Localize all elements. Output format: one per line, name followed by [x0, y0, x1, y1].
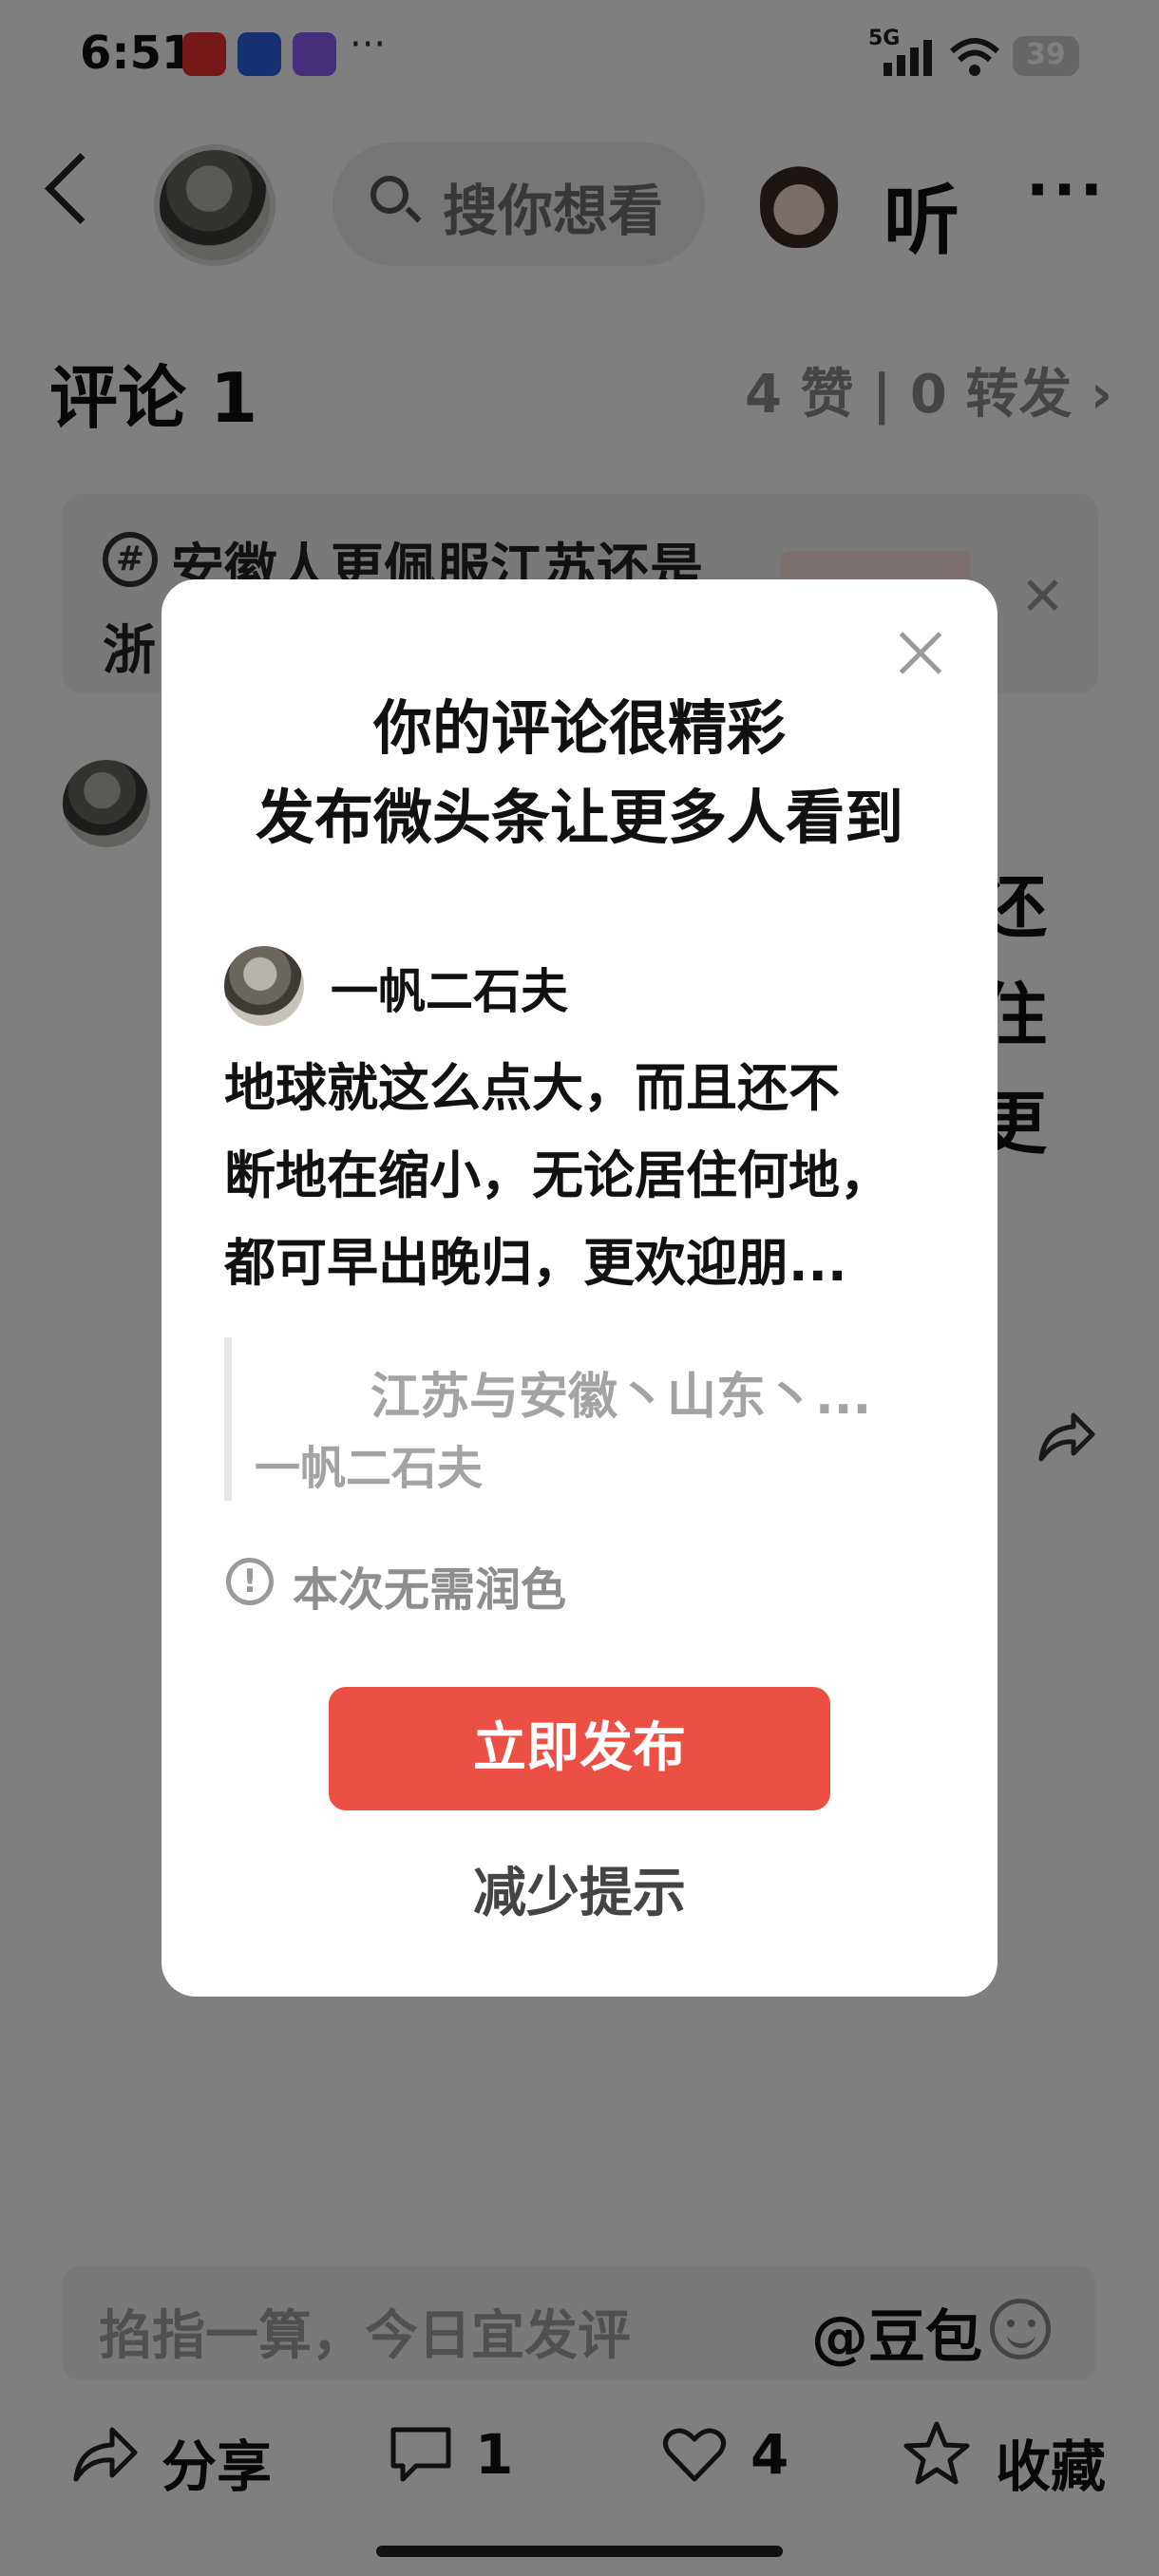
reduce-prompts-button[interactable]: 减少提示: [162, 1850, 998, 1927]
dialog-title-line2: 发布微头条让更多人看到: [255, 783, 903, 852]
dialog-title-line1: 你的评论很精彩: [372, 693, 786, 763]
dialog-user-avatar: [224, 946, 304, 1026]
publish-button[interactable]: 立即发布: [329, 1687, 830, 1810]
dialog-username: 一帆二石夫: [331, 964, 568, 1019]
dialog-close-icon[interactable]: [897, 631, 942, 676]
quote-title: 江苏与安徽丶山东丶...: [370, 1369, 872, 1426]
info-icon: !: [226, 1558, 274, 1605]
dialog-body-line1: 地球就这么点大，而且还不: [224, 1058, 840, 1118]
quote-divider: [224, 1337, 232, 1501]
quote-author: 一帆二石夫: [255, 1442, 484, 1495]
dialog-body-line3: 都可早出晚归，更欢迎朋...: [224, 1233, 847, 1293]
dialog-comment-text: 地球就这么点大，而且还不 断地在缩小，无论居住何地， 都可早出晚归，更欢迎朋..…: [224, 1045, 956, 1307]
dialog-body-line2: 断地在缩小，无论居住何地，: [224, 1146, 891, 1205]
polish-status: 本次无需润色: [293, 1563, 567, 1617]
dialog-title: 你的评论很精彩 发布微头条让更多人看到: [162, 684, 998, 862]
